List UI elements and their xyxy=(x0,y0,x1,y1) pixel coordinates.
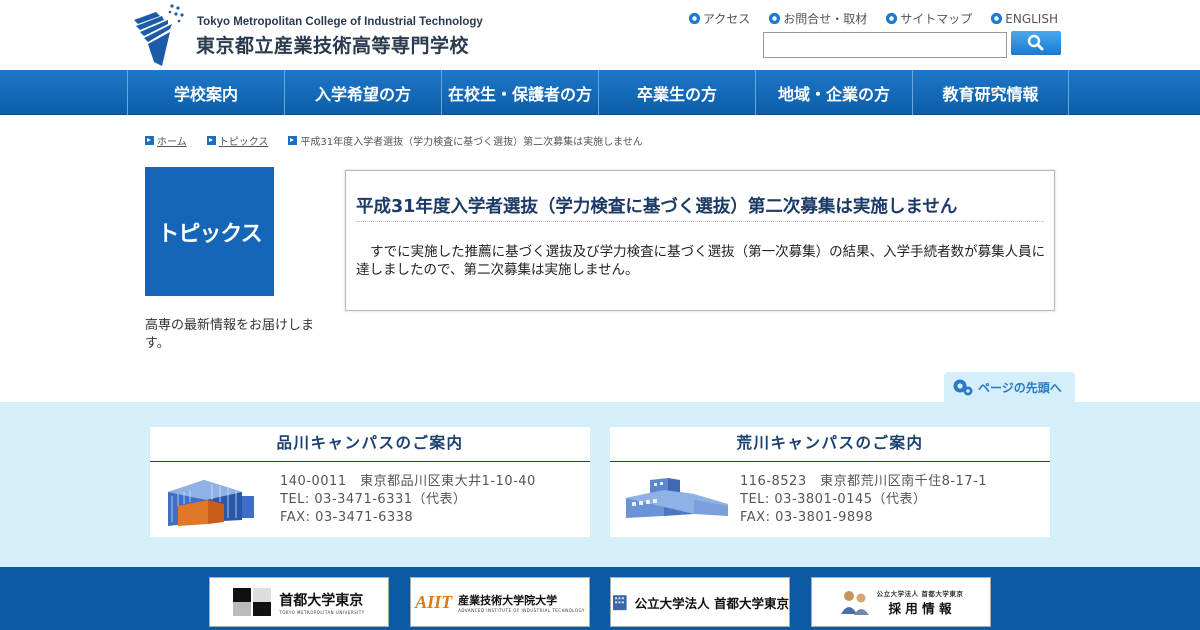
tmu-logo-icon xyxy=(233,588,272,616)
aiit-logo: AIIT xyxy=(415,591,453,612)
campus-fax: FAX: 03-3801-9898 xyxy=(740,510,874,525)
campus-tel: TEL: 03-3471-6331（代表） xyxy=(280,492,467,507)
tmu-banner[interactable]: 首都大学東京 TOKYO METROPOLITAN UNIVERSITY xyxy=(209,577,389,627)
article-box: 平成31年度入学者選抜（学力検査に基づく選抜）第二次募集は実施しません すでに実… xyxy=(345,170,1055,311)
campus-address-block: 116-8523 東京都荒川区南千住8-17-1 TEL: 03-3801-01… xyxy=(740,473,987,527)
aiit-banner-title: 産業技術大学院大学 xyxy=(458,593,558,607)
tmu-banner-text: 首都大学東京 TOKYO METROPOLITAN UNIVERSITY xyxy=(279,590,364,615)
arrow-icon xyxy=(206,136,216,145)
recruit-banner[interactable]: 公立大学法人 首都大学東京 採 用 情 報 xyxy=(811,577,991,627)
recruit-banner-sub: 公立大学法人 首都大学東京 xyxy=(876,589,964,598)
contact-link[interactable]: お問合せ・取材 xyxy=(768,10,867,27)
arrow-icon xyxy=(145,136,154,145)
title-divider xyxy=(356,221,1044,222)
university-corp-banner[interactable]: 公立大学法人 首都大学東京 xyxy=(610,577,790,627)
page-top-button[interactable]: ページの先頭へ xyxy=(944,372,1075,402)
aiit-banner[interactable]: AIIT 産業技術大学院大学 ADVANCED INSTITUTE OF IND… xyxy=(410,577,590,627)
search-icon xyxy=(1027,34,1044,51)
gear-icon xyxy=(688,12,700,25)
tmu-banner-title: 首都大学東京 xyxy=(279,592,364,609)
campus-address: 116-8523 東京都荒川区南千住8-17-1 xyxy=(740,474,988,489)
breadcrumb-item: トピックス xyxy=(206,133,269,148)
breadcrumb-item: ホーム xyxy=(145,133,187,148)
nav-item-prospective[interactable]: 入学希望の方 xyxy=(284,70,441,115)
tmu-banner-sub: TOKYO METROPOLITAN UNIVERSITY xyxy=(279,609,365,615)
site-logo[interactable]: Tokyo Metropolitan College of Industrial… xyxy=(132,2,483,66)
shinagawa-campus-card[interactable]: 品川キャンパスのご案内 140-0011 東京都品川区東大井1-10-40 TE… xyxy=(150,427,590,537)
section-description: 高専の最新情報をお届けします。 xyxy=(145,318,315,351)
breadcrumb-home-link[interactable]: ホーム xyxy=(157,133,187,148)
nav-item-students-parents[interactable]: 在校生・保護者の方 xyxy=(441,70,598,115)
campus-address: 140-0011 東京都品川区東大井1-10-40 xyxy=(280,474,536,489)
breadcrumb-topics-link[interactable]: トピックス xyxy=(219,133,269,148)
people-icon xyxy=(840,591,869,615)
arrow-icon xyxy=(288,136,298,145)
recruit-banner-title: 採 用 情 報 xyxy=(888,600,952,616)
university-corp-banner-title: 公立大学法人 首都大学東京 xyxy=(634,595,789,611)
campus-title: 品川キャンパスのご案内 xyxy=(150,427,590,462)
search-button[interactable] xyxy=(1011,31,1061,55)
building-icon xyxy=(626,478,728,518)
logo-english-text: Tokyo Metropolitan College of Industrial… xyxy=(197,16,483,28)
logo-japanese-text: 東京都立産業技術高等専門学校 xyxy=(196,35,470,57)
section-title-box: トピックス xyxy=(145,167,274,296)
breadcrumb-item: 平成31年度入学者選抜（学力検査に基づく選抜）第二次募集は実施しません xyxy=(288,133,643,148)
gear-icon xyxy=(769,12,781,25)
search-input[interactable] xyxy=(763,32,1007,58)
english-link-label: ENGLISH xyxy=(1005,11,1058,26)
breadcrumb-current: 平成31年度入学者選抜（学力検査に基づく選抜）第二次募集は実施しません xyxy=(300,137,643,148)
aiit-banner-sub: ADVANCED INSTITUTE OF INDUSTRIAL TECHNOL… xyxy=(458,607,585,613)
utility-links: アクセス お問合せ・取材 サイトマップ ENGLISH xyxy=(688,10,1058,27)
page-top-label: ページの先頭へ xyxy=(978,380,1062,395)
nav-item-community-business[interactable]: 地域・企業の方 xyxy=(755,70,912,115)
building-icon xyxy=(168,480,254,526)
campus-address-block: 140-0011 東京都品川区東大井1-10-40 TEL: 03-3471-6… xyxy=(280,473,536,527)
footer-banners: 首都大学東京 TOKYO METROPOLITAN UNIVERSITY AII… xyxy=(0,567,1200,630)
aiit-banner-text: 産業技術大学院大学 ADVANCED INSTITUTE OF INDUSTRI… xyxy=(458,592,585,613)
article-title: 平成31年度入学者選抜（学力検査に基づく選抜）第二次募集は実施しません xyxy=(356,197,958,217)
access-link[interactable]: アクセス xyxy=(688,10,750,27)
contact-link-label: お問合せ・取材 xyxy=(783,12,868,26)
recruit-banner-text: 公立大学法人 首都大学東京 採 用 情 報 xyxy=(877,588,964,617)
sitemap-link-label: サイトマップ xyxy=(900,12,973,26)
gear-icon xyxy=(886,12,898,25)
arakawa-campus-card[interactable]: 荒川キャンパスのご案内 116-8523 東京都荒川区南千住8-17-1 TEL… xyxy=(610,427,1050,537)
nav-item-alumni[interactable]: 卒業生の方 xyxy=(598,70,755,115)
campus-tel: TEL: 03-3801-0145（代表） xyxy=(740,492,927,507)
campus-title: 荒川キャンパスのご案内 xyxy=(610,427,1050,462)
nav-item-about[interactable]: 学校案内 xyxy=(127,70,284,115)
english-link[interactable]: ENGLISH xyxy=(990,10,1058,27)
campus-fax: FAX: 03-3471-6338 xyxy=(280,510,414,525)
article-body: すでに実施した推薦に基づく選抜及び学力検査に基づく選抜（第一次募集）の結果、入学… xyxy=(356,244,1046,278)
campus-section: 品川キャンパスのご案内 140-0011 東京都品川区東大井1-10-40 TE… xyxy=(0,402,1200,567)
breadcrumb: ホーム トピックス 平成31年度入学者選抜（学力検査に基づく選抜）第二次募集は実… xyxy=(145,133,663,148)
building-icon xyxy=(613,595,627,611)
sitemap-link[interactable]: サイトマップ xyxy=(885,10,972,27)
site-header: Tokyo Metropolitan College of Industrial… xyxy=(0,0,1200,70)
nav-item-research-info[interactable]: 教育研究情報 xyxy=(912,70,1069,115)
gears-icon xyxy=(953,379,973,396)
access-link-label: アクセス xyxy=(702,12,751,26)
global-nav: 学校案内 入学希望の方 在校生・保護者の方 卒業生の方 地域・企業の方 教育研究… xyxy=(0,70,1200,115)
logo-mark-icon xyxy=(134,4,184,66)
gear-icon xyxy=(991,12,1003,25)
